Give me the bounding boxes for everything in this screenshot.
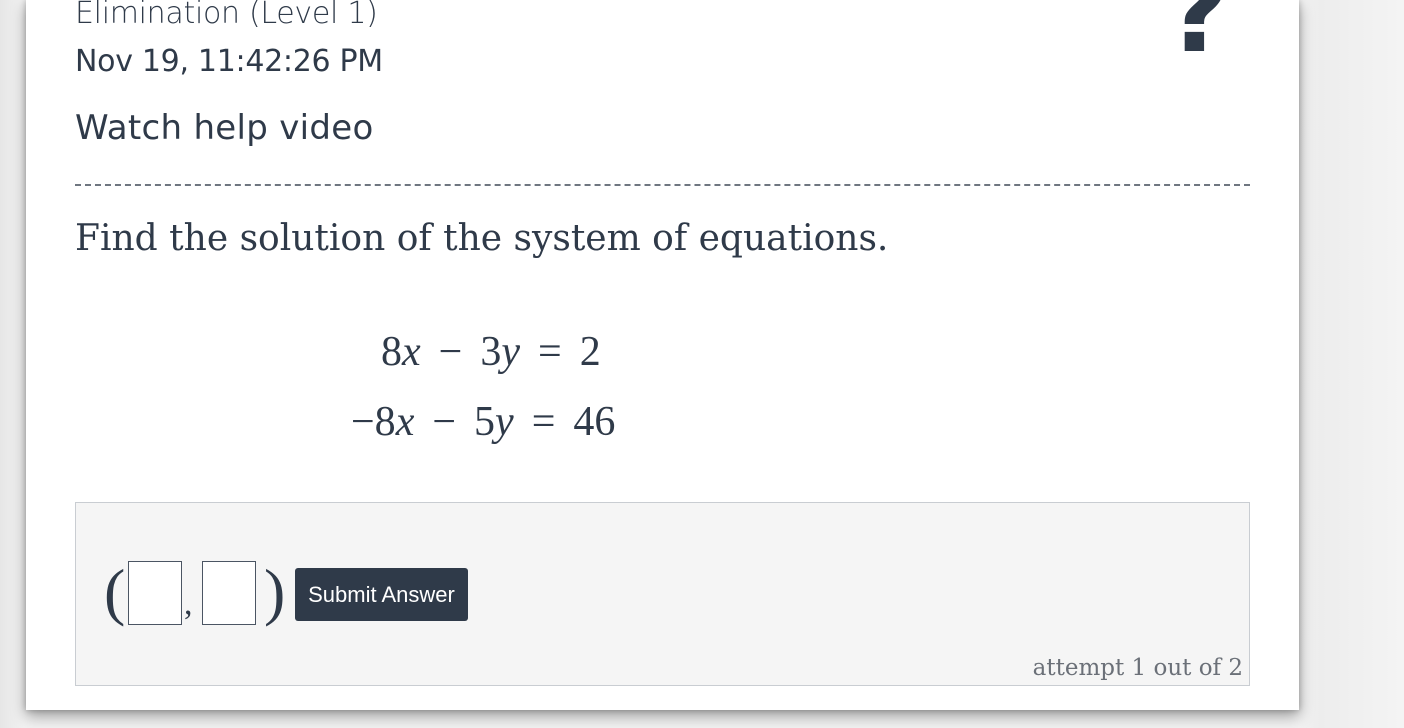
y-answer-input[interactable] (202, 561, 256, 625)
question-mark-icon[interactable]: ? (1166, 0, 1230, 68)
comma: , (184, 585, 193, 622)
y-coefficient: 3 (480, 329, 502, 375)
question-prompt: Find the solution of the system of equat… (75, 218, 889, 259)
submit-answer-button[interactable]: Submit Answer (295, 568, 468, 621)
skill-title: Elimination (Level 1) (75, 0, 378, 31)
y-variable: y (501, 329, 520, 375)
timestamp: Nov 19, 11:42:26 PM (75, 44, 383, 79)
open-paren: ( (104, 556, 126, 627)
close-paren: ) (264, 556, 286, 627)
equals-sign: = (538, 329, 562, 375)
x-coefficient: 8 (381, 329, 402, 375)
attempt-counter: attempt 1 out of 2 (1032, 655, 1243, 681)
y-coefficient: 5 (474, 399, 496, 445)
right-hand-side: 2 (579, 329, 601, 375)
minus-operator: − (432, 399, 457, 445)
equation-row: −8 x − 5 y = 46 (351, 398, 615, 446)
equals-sign: = (531, 399, 556, 445)
problem-card: Elimination (Level 1) Nov 19, 11:42:26 P… (26, 0, 1299, 710)
divider (75, 184, 1250, 186)
minus-operator: − (438, 329, 463, 375)
x-answer-input[interactable] (128, 561, 182, 625)
x-variable: x (402, 329, 421, 375)
y-variable: y (495, 399, 514, 445)
right-hand-side: 46 (573, 399, 616, 445)
answer-panel: ( , ) Submit Answer attempt 1 out of 2 (75, 502, 1250, 686)
x-coefficient: −8 (351, 399, 396, 445)
watch-help-video-link[interactable]: Watch help video (75, 108, 374, 148)
equation-row: 8 x − 3 y = 2 (381, 328, 601, 376)
x-variable: x (395, 399, 415, 445)
